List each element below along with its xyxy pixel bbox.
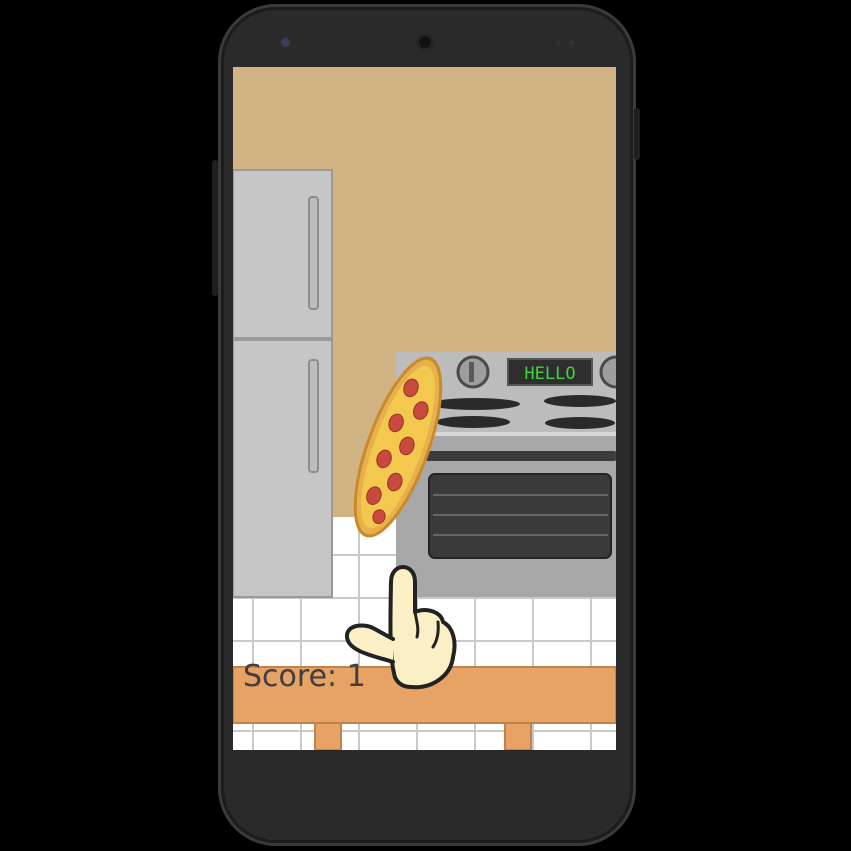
earpiece-speaker bbox=[416, 33, 434, 51]
volume-button bbox=[212, 160, 218, 296]
oven-handle bbox=[426, 451, 616, 461]
score-display: Score: 1 bbox=[243, 659, 366, 694]
front-camera-icon bbox=[281, 38, 290, 47]
score-label: Score: bbox=[243, 659, 338, 694]
proximity-sensor bbox=[556, 40, 561, 45]
refrigerator bbox=[233, 169, 333, 598]
light-sensor bbox=[569, 40, 574, 45]
power-button bbox=[634, 108, 640, 160]
score-value: 1 bbox=[346, 659, 366, 694]
game-screen[interactable]: HELLO Score: 1 bbox=[233, 67, 616, 750]
stove-display-text: HELLO bbox=[524, 364, 575, 384]
